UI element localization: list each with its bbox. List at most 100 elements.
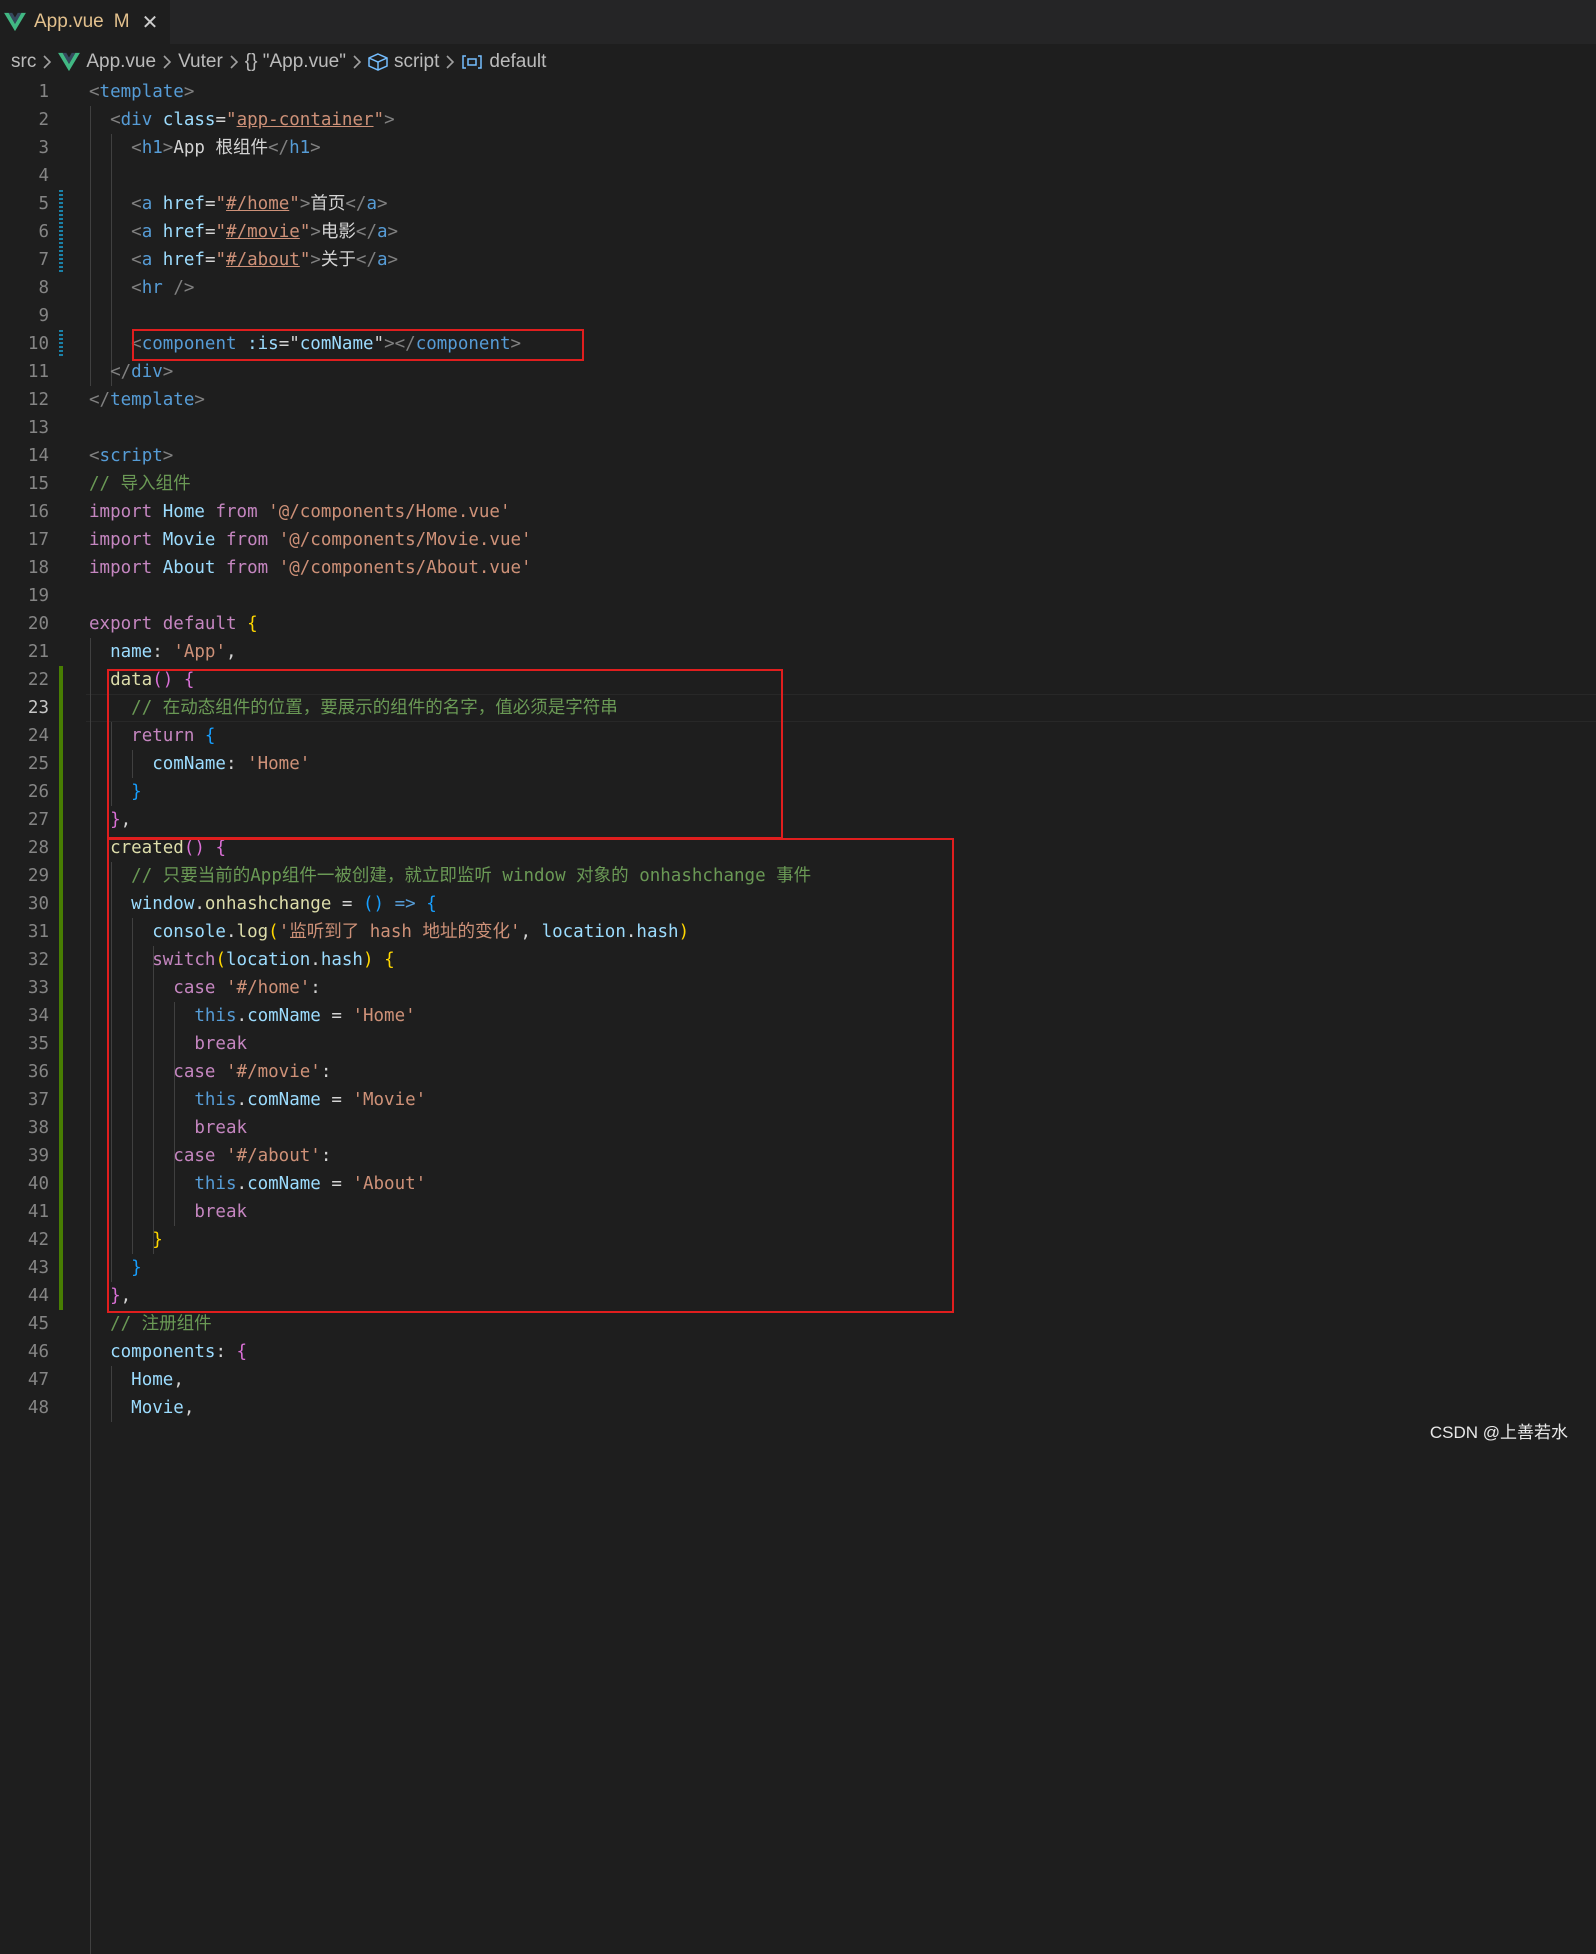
code-line[interactable]: 35 break: [0, 1030, 1596, 1058]
code-token: 首页: [310, 194, 346, 214]
code-line[interactable]: 37 this.comName = 'Movie': [0, 1086, 1596, 1114]
code-line[interactable]: 14 <script>: [0, 442, 1596, 470]
code-line[interactable]: 13: [0, 414, 1596, 442]
line-number: 31: [27, 922, 49, 942]
code-token: ,: [120, 1286, 132, 1306]
code-line[interactable]: 25 comName: 'Home': [0, 750, 1596, 778]
close-icon[interactable]: ✕: [142, 10, 159, 35]
breadcrumb-file[interactable]: App.vue: [86, 51, 156, 73]
code-line[interactable]: 42 }: [0, 1226, 1596, 1254]
code-token: ): [678, 922, 690, 942]
code-token: href: [162, 250, 205, 270]
code-text: this.comName = 'Movie': [89, 1086, 426, 1114]
code-line[interactable]: 22 data() {: [0, 666, 1596, 694]
code-text: break: [89, 1114, 247, 1142]
tab-app-vue[interactable]: App.vue M ✕: [0, 0, 170, 44]
code-line[interactable]: 4: [0, 162, 1596, 190]
breadcrumb-src[interactable]: src: [11, 51, 36, 73]
code-token: onhashchange: [204, 894, 332, 914]
code-token: hr: [141, 278, 163, 298]
code-token: (: [215, 950, 226, 970]
code-token: ></: [384, 334, 416, 354]
line-number: 11: [27, 362, 49, 382]
code-line[interactable]: 32 switch(location.hash) {: [0, 946, 1596, 974]
code-text: <script>: [89, 442, 173, 470]
code-line[interactable]: 18 import About from '@/components/About.…: [0, 554, 1596, 582]
code-token: Home: [131, 1370, 174, 1390]
code-token: class: [162, 110, 216, 130]
line-number: 26: [27, 782, 49, 802]
code-line[interactable]: 3 <h1>App 根组件</h1>: [0, 134, 1596, 162]
code-line[interactable]: 33 case '#/home':: [0, 974, 1596, 1002]
code-line[interactable]: 2 <div class="app-container">: [0, 106, 1596, 134]
code-line[interactable]: 36 case '#/movie':: [0, 1058, 1596, 1086]
code-line[interactable]: 24 return {: [0, 722, 1596, 750]
code-line[interactable]: 20 export default {: [0, 610, 1596, 638]
code-token: ": [299, 250, 311, 270]
code-token: </: [355, 250, 377, 270]
code-line[interactable]: 16 import Home from '@/components/Home.vu…: [0, 498, 1596, 526]
code-token: =: [204, 250, 216, 270]
code-line[interactable]: 21 name: 'App',: [0, 638, 1596, 666]
code-line[interactable]: 8 <hr />: [0, 274, 1596, 302]
code-token: App 根组件: [173, 138, 268, 158]
code-line[interactable]: 38 break: [0, 1114, 1596, 1142]
code-line[interactable]: 47 Home,: [0, 1366, 1596, 1394]
breadcrumb-default[interactable]: default: [489, 51, 546, 73]
code-line[interactable]: 9: [0, 302, 1596, 330]
code-token: default: [162, 614, 237, 634]
breadcrumb-script[interactable]: script: [394, 51, 439, 73]
line-number: 38: [27, 1118, 49, 1138]
code-line[interactable]: 1 <template>: [0, 78, 1596, 106]
code-line[interactable]: 45 // 注册组件: [0, 1310, 1596, 1338]
code-line[interactable]: 10 <component :is="comName"></component>: [0, 330, 1596, 358]
code-line[interactable]: 28 created() {: [0, 834, 1596, 862]
code-token: this: [194, 1174, 237, 1194]
line-number: 28: [27, 838, 49, 858]
line-number: 8: [38, 278, 49, 298]
code-line[interactable]: 26 }: [0, 778, 1596, 806]
code-line[interactable]: 27 },: [0, 806, 1596, 834]
code-line[interactable]: 11 </div>: [0, 358, 1596, 386]
code-line[interactable]: 44 },: [0, 1282, 1596, 1310]
breadcrumb-json-node[interactable]: {} "App.vue": [245, 51, 346, 73]
line-number: 35: [27, 1034, 49, 1054]
code-line[interactable]: 6 <a href="#/movie">电影</a>: [0, 218, 1596, 246]
code-line[interactable]: 41 break: [0, 1198, 1596, 1226]
code-line[interactable]: 5 <a href="#/home">首页</a>: [0, 190, 1596, 218]
code-line[interactable]: 12 </template>: [0, 386, 1596, 414]
code-line[interactable]: 48 Movie,: [0, 1394, 1596, 1422]
code-token: this: [194, 1006, 237, 1026]
code-editor[interactable]: 1 <template> 2 <div class="app-container">…: [0, 78, 1596, 1954]
code-token: {: [384, 950, 395, 970]
code-line[interactable]: 17 import Movie from '@/components/Movie.…: [0, 526, 1596, 554]
code-line[interactable]: 15 // 导入组件: [0, 470, 1596, 498]
breadcrumb-vuter[interactable]: Vuter: [178, 51, 223, 73]
code-token: ": [226, 110, 237, 130]
code-token: .: [625, 922, 637, 942]
code-line[interactable]: 39 case '#/about':: [0, 1142, 1596, 1170]
code-line[interactable]: 23 // 在动态组件的位置，要展示的组件的名字，值必须是字符串: [0, 694, 1596, 722]
code-line[interactable]: 34 this.comName = 'Home': [0, 1002, 1596, 1030]
code-token: // 注册组件: [110, 1314, 212, 1334]
code-token: :: [310, 978, 321, 998]
code-line[interactable]: 29 // 只要当前的App组件一被创建，就立即监听 window 对象的 on…: [0, 862, 1596, 890]
code-line[interactable]: 43 }: [0, 1254, 1596, 1282]
line-number: 20: [27, 614, 49, 634]
code-line[interactable]: 31 console.log('监听到了 hash 地址的变化', locati…: [0, 918, 1596, 946]
code-line[interactable]: 19: [0, 582, 1596, 610]
code-token: =: [320, 1174, 353, 1194]
code-line[interactable]: 46 components: {: [0, 1338, 1596, 1366]
code-line[interactable]: 40 this.comName = 'About': [0, 1170, 1596, 1198]
code-text: comName: 'Home': [89, 750, 310, 778]
code-token: div: [120, 110, 153, 130]
code-line[interactable]: 30 window.onhashchange = () => {: [0, 890, 1596, 918]
code-line[interactable]: 7 <a href="#/about">关于</a>: [0, 246, 1596, 274]
code-token: }: [131, 1258, 142, 1278]
code-token: data: [110, 670, 153, 690]
code-token: from: [226, 530, 269, 550]
code-text: window.onhashchange = () => {: [89, 890, 437, 918]
